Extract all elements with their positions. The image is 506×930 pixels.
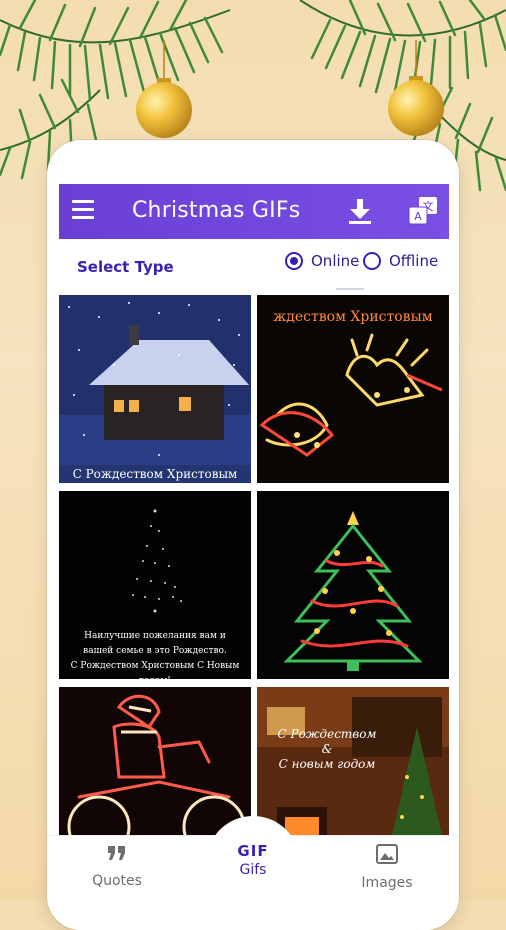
quote-icon [108,846,125,860]
greeting-line: С новым годом [278,757,376,771]
radio-unselected-icon [363,252,381,270]
gif-tile[interactable] [59,687,251,835]
download-icon[interactable] [347,197,373,225]
nav-label-images: Images [361,875,413,891]
menu-icon[interactable] [72,200,94,219]
nav-item-images[interactable]: Images [327,844,447,891]
page-title: Christmas GIFs [132,198,301,223]
app-bar: Christmas GIFs 文 A [59,184,449,239]
phone-frame: Christmas GIFs 文 A Select Type Online Of… [47,140,459,930]
gif-icon: GIF [237,842,269,860]
gif-tile[interactable]: ждеством Христовым [257,295,449,483]
greeting-line: вашей семье в это Рождество. [83,646,227,656]
greeting-line: С Рождеством [277,727,377,741]
bottom-navigation: Quotes GIF Gifs Images [47,816,459,930]
gif-tile[interactable]: Наилучшие пожелания вам и вашей семье в … [59,491,251,679]
greeting-line: & [321,742,333,756]
radio-selected-icon [285,252,303,270]
gif-tile[interactable]: С Рождеством Христовым [59,295,251,483]
nav-label-gifs: Gifs [239,862,267,878]
image-icon [376,844,398,864]
nav-item-gifs[interactable]: GIF Gifs [207,816,299,906]
select-type-label: Select Type [77,258,174,276]
lighted-tree-image [257,491,449,679]
greeting-text: С Рождеством & С новым годом [277,727,377,772]
greeting-line: С Рождеством Христовым С Новым годом! [70,661,240,679]
offline-label: Offline [389,252,439,270]
gif-tile[interactable]: С Рождеством & С новым годом [257,687,449,835]
snowy-house-image [59,295,251,483]
svg-text:A: A [414,210,422,223]
scroll-indicator [336,288,364,290]
greeting-line: Наилучшие пожелания вам и [84,631,226,641]
santa-motorbike-image [59,687,251,835]
greeting-text: Наилучшие пожелания вам и вашей семье в … [59,629,251,679]
translate-icon[interactable]: 文 A [407,195,439,227]
offline-radio[interactable]: Offline [363,252,438,270]
online-label: Online [311,252,360,270]
gif-tile[interactable] [257,491,449,679]
online-radio[interactable]: Online [285,252,359,270]
gif-grid: С Рождеством Христовым ждеством Христовы… [59,295,449,835]
nav-label-quotes: Quotes [92,873,142,889]
nav-item-quotes[interactable]: Quotes [57,844,177,889]
gif-caption: С Рождеством Христовым [59,465,251,483]
select-type-bar: Select Type Online Offline [59,248,449,284]
gif-headline: ждеством Христовым [273,309,433,325]
